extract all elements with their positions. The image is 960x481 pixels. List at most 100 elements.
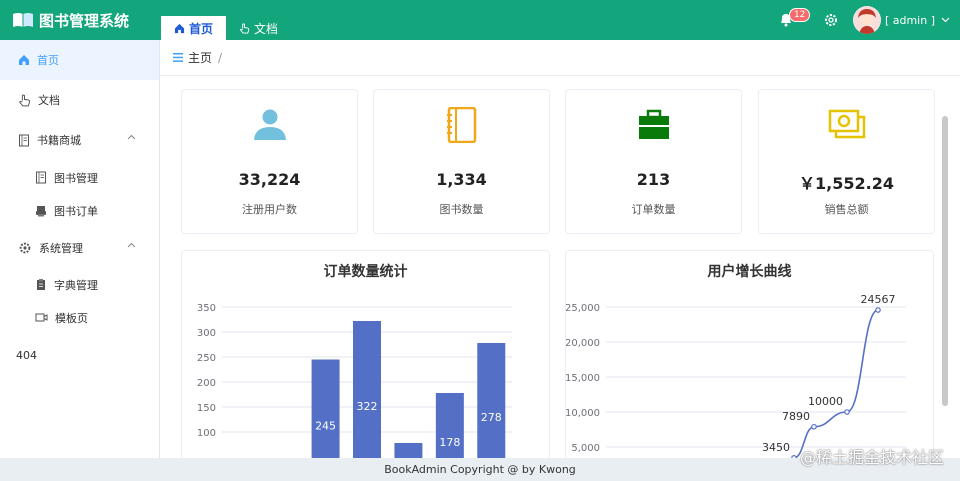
bar (311, 359, 340, 458)
point-data-label: 3450 (762, 441, 790, 454)
chevron-up-icon (127, 134, 136, 140)
y-tick-label: 350 (197, 303, 216, 314)
printer-icon (36, 205, 46, 216)
dashboard-panel: 33,224 注册用户数 1,334 图书数量 213 订单数量 ￥1,552.… (168, 76, 950, 458)
stat-label: 图书数量 (439, 203, 484, 216)
stat-label: 销售总额 (824, 203, 869, 216)
tab-docs-label: 文档 (254, 21, 279, 36)
home-icon (19, 55, 29, 65)
y-tick-label: 15,000 (566, 373, 600, 384)
series-line (793, 309, 879, 458)
briefcase-icon (638, 109, 669, 139)
bar-chart: 350 300 250 200 150 100 245 322 178 278 (197, 303, 512, 458)
point-data-label: 10000 (808, 395, 843, 408)
y-tick-label: 20,000 (566, 338, 600, 349)
y-tick-label: 5,000 (571, 443, 600, 454)
y-tick-label: 150 (197, 403, 216, 414)
header-actions: 12 [ admin ] (779, 6, 950, 34)
sidebar-item-label: 文档 (38, 94, 60, 107)
stat-label: 订单数量 (631, 203, 676, 216)
breadcrumb: 主页 / (160, 40, 960, 76)
y-tick-label: 25,000 (566, 303, 600, 314)
stat-value: 1,334 (436, 170, 487, 189)
user-icon (253, 109, 286, 140)
bar-data-label: 322 (357, 400, 378, 413)
tab-home-label: 首页 (189, 21, 214, 36)
stat-card-sales: ￥1,552.24 销售总额 (758, 89, 935, 234)
stat-value: 213 (636, 170, 671, 189)
sidebar-item-label: 图书管理 (54, 171, 98, 185)
bar-data-label: 245 (315, 419, 336, 432)
watermark: @稀土掘金技术社区 (799, 448, 944, 467)
notebook-icon (446, 107, 476, 143)
avatar[interactable] (852, 6, 881, 34)
chart-title: 订单数量统计 (323, 264, 408, 280)
username[interactable]: [ admin ] (885, 14, 935, 27)
sidebar-item-bookstore[interactable]: 书籍商城 (0, 120, 159, 160)
sidebar-item-label: 字典管理 (54, 278, 98, 292)
top-bar: 图书管理系统 首页 文档 12 [ admin ] (0, 0, 960, 40)
chart-title: 用户增长曲线 (707, 264, 792, 280)
data-point (875, 307, 881, 313)
data-point (811, 423, 817, 430)
stat-card-orders: 213 订单数量 (565, 89, 742, 234)
chevron-down-icon[interactable] (941, 17, 950, 23)
document-icon (19, 134, 29, 146)
tab-home[interactable]: 首页 (161, 16, 227, 40)
money-icon (828, 109, 865, 139)
video-icon (35, 313, 48, 322)
sidebar-item-docs[interactable]: 文档 (0, 80, 159, 120)
sidebar-item-book-orders[interactable]: 图书订单 (0, 194, 159, 227)
sidebar-item-system[interactable]: 系统管理 (0, 228, 159, 268)
stat-label: 注册用户数 (242, 203, 297, 216)
stat-value: ￥1,552.24 (799, 174, 894, 193)
home-icon (174, 23, 185, 33)
app-logo[interactable]: 图书管理系统 (12, 10, 129, 30)
order-count-chart: 订单数量统计 350 300 250 200 150 100 245 322 178 278 (181, 250, 550, 458)
sidebar-item-label: 图书订单 (54, 204, 98, 218)
bar-data-label: 178 (439, 436, 460, 449)
gear-icon[interactable] (823, 12, 839, 28)
stat-card-users: 33,224 注册用户数 (181, 89, 358, 234)
notifications-button[interactable]: 12 (779, 8, 811, 28)
gear-icon (19, 242, 31, 254)
y-tick-label: 300 (197, 328, 216, 339)
y-tick-label: 100 (197, 428, 216, 439)
app-title: 图书管理系统 (39, 11, 130, 30)
book-icon (13, 13, 33, 27)
menu-icon[interactable] (173, 53, 183, 62)
notification-badge: 12 (788, 8, 811, 22)
stat-card-books: 1,334 图书数量 (373, 89, 550, 234)
bar-data-label: 278 (481, 411, 502, 424)
sidebar-item-404[interactable]: 404 (0, 335, 159, 375)
sidebar-item-label: 404 (16, 348, 37, 362)
sidebar-item-label: 模板页 (55, 311, 88, 325)
chevron-up-icon (127, 242, 136, 248)
sidebar-item-template[interactable]: 模板页 (0, 301, 159, 334)
tab-docs[interactable]: 文档 (226, 16, 291, 40)
bar (394, 443, 423, 458)
y-tick-label: 10,000 (566, 408, 600, 419)
sidebar-item-label: 书籍商城 (37, 134, 81, 147)
hand-pointer-icon (239, 22, 250, 34)
hand-pointer-icon (19, 94, 30, 106)
data-point (844, 409, 850, 415)
user-growth-chart: 用户增长曲线 25,000 20,000 15,000 10,000 5,000 3450… (565, 250, 934, 458)
point-data-label: 7890 (782, 410, 810, 423)
breadcrumb-item[interactable]: 主页 (188, 49, 212, 66)
point-data-label: 24567 (861, 293, 896, 306)
main-content: 主页 / 33,224 注册用户数 1,334 图书数量 213 订单数量 ￥1… (160, 40, 960, 458)
sidebar: 首页 文档 书籍商城 图书管理 图书订单 系统管理 字典管理 模板页 404 (0, 40, 160, 458)
breadcrumb-separator: / (218, 50, 223, 65)
clipboard-icon (37, 279, 45, 290)
sidebar-item-dictionary[interactable]: 字典管理 (0, 268, 159, 301)
tab-bar: 首页 文档 (161, 16, 291, 40)
sidebar-item-book-management[interactable]: 图书管理 (0, 161, 159, 194)
y-tick-label: 250 (197, 353, 216, 364)
sidebar-item-home[interactable]: 首页 (0, 40, 159, 80)
sidebar-item-label: 系统管理 (39, 242, 83, 255)
bar (353, 321, 381, 458)
stat-value: 33,224 (238, 170, 301, 189)
sidebar-item-label: 首页 (37, 54, 59, 67)
scrollbar[interactable] (942, 116, 948, 406)
